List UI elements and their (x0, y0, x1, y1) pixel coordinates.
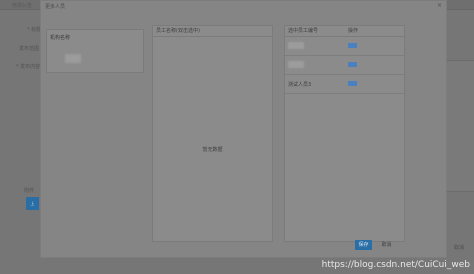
background-side-panel (445, 60, 474, 192)
dialog-title: 更多人员 (45, 4, 66, 10)
org-item-blurred[interactable] (65, 54, 81, 63)
background-title: 修改公告 (12, 3, 33, 9)
staff-empty-text: 暂无数据 (202, 147, 223, 153)
more-staff-dialog: 更多人员 × 机构名称 员工名称(双击选中) 暂无数据 选中员工编号 操作 删除… (40, 0, 447, 258)
row-name: 测试人员3 (288, 82, 312, 88)
publish-scope-label: 发布范围 (19, 46, 40, 52)
table-row: 测试人员3 删除 (285, 75, 404, 94)
watermark: https://blog.csdn.net/CuiCui_web (321, 260, 470, 270)
selected-header-row: 选中员工编号 操作 (285, 26, 404, 37)
upload-button[interactable]: 上 (26, 197, 39, 210)
row-name-blurred (288, 42, 304, 49)
cancel-button[interactable]: 取消 (378, 240, 395, 250)
selected-col-action: 操作 (348, 28, 359, 34)
selected-panel: 选中员工编号 操作 删除 删除 测试人员3 删除 (284, 25, 405, 242)
attachment-label: 附件 (24, 188, 35, 194)
close-icon[interactable]: × (437, 2, 442, 9)
staff-panel: 员工名称(双击选中) 暂无数据 (152, 25, 273, 242)
delete-button[interactable]: 删除 (348, 62, 357, 67)
background-cancel-link[interactable]: 取消 (454, 244, 464, 251)
selected-col-name: 选中员工编号 (288, 28, 319, 34)
table-row: 删除 (285, 37, 404, 56)
staff-panel-header: 员工名称(双击选中) (153, 26, 272, 37)
org-panel-header: 机构名称 (50, 35, 71, 41)
publish-content-label: * 发布内容 (16, 64, 41, 70)
table-row: 删除 (285, 56, 404, 75)
delete-button[interactable]: 删除 (348, 81, 357, 86)
org-panel: 机构名称 (46, 29, 144, 73)
delete-button[interactable]: 删除 (348, 43, 357, 48)
title-label: * 标题 (27, 27, 42, 33)
save-button[interactable]: 保存 (355, 240, 372, 250)
row-name-blurred (288, 61, 304, 68)
